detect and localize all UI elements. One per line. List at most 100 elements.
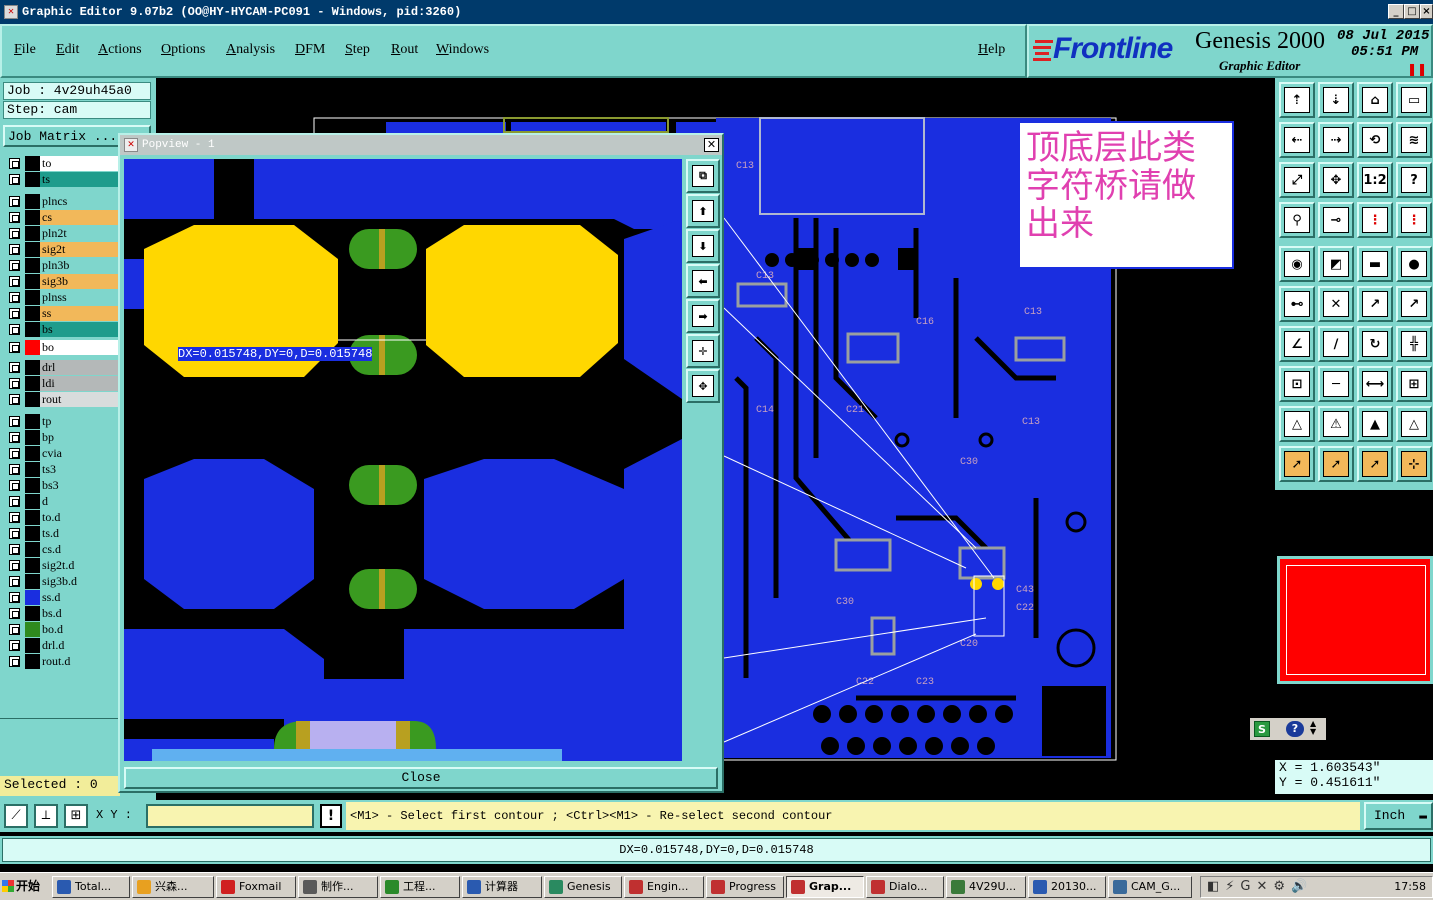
tool-button-3-0[interactable]: ⚲ xyxy=(1279,202,1315,238)
taskbar-item[interactable]: 制作... xyxy=(298,876,378,898)
layer-row-plncs[interactable]: plncs xyxy=(5,194,118,209)
layer-row-ss-d[interactable]: ss.d xyxy=(5,590,118,605)
layer-name[interactable]: drl.d xyxy=(40,638,118,653)
tool-button-8-0[interactable]: △ xyxy=(1279,406,1315,442)
layer-row-ts3[interactable]: ts3 xyxy=(5,462,118,477)
s-icon[interactable]: S xyxy=(1254,721,1270,737)
popview-zoom-out-button[interactable]: ✥ xyxy=(686,369,720,403)
layer-checkbox[interactable] xyxy=(9,432,20,443)
menu-file[interactable]: File xyxy=(14,42,36,58)
close-window-button[interactable]: × xyxy=(1420,4,1433,19)
layer-checkbox[interactable] xyxy=(9,656,20,667)
layer-checkbox[interactable] xyxy=(9,576,20,587)
tool-button-9-2[interactable]: ➚ xyxy=(1357,446,1393,482)
popview-canvas[interactable]: DX=0.015748,DY=0,D=0.015748 xyxy=(124,159,682,761)
layer-checkbox[interactable] xyxy=(9,244,20,255)
layer-name[interactable]: cvia xyxy=(40,446,118,461)
tool-button-6-3[interactable]: ╬ xyxy=(1396,326,1432,362)
layer-checkbox[interactable] xyxy=(9,158,20,169)
tool-button-6-0[interactable]: ∠ xyxy=(1279,326,1315,362)
tool-button-7-3[interactable]: ⊞ xyxy=(1396,366,1432,402)
layer-row-bs[interactable]: bs xyxy=(5,322,118,337)
layer-row-bs3[interactable]: bs3 xyxy=(5,478,118,493)
layer-row-ldi[interactable]: ldi xyxy=(5,376,118,391)
popview-pan-down-button[interactable]: ⬇ xyxy=(686,229,720,263)
layer-checkbox[interactable] xyxy=(9,592,20,603)
tool-button-1-0[interactable]: ⇠ xyxy=(1279,122,1315,158)
tool-button-4-2[interactable]: ▬ xyxy=(1357,246,1393,282)
tool-button-0-0[interactable]: ⇡ xyxy=(1279,82,1315,118)
layer-row-bs-d[interactable]: bs.d xyxy=(5,606,118,621)
tool-button-5-3[interactable]: ↗ xyxy=(1396,286,1432,322)
layer-row-sig2t[interactable]: sig2t xyxy=(5,242,118,257)
tool-button-0-2[interactable]: ⌂ xyxy=(1357,82,1393,118)
alert-icon[interactable]: ! xyxy=(320,804,342,828)
layer-checkbox[interactable] xyxy=(9,196,20,207)
layer-checkbox[interactable] xyxy=(9,342,20,353)
taskbar-item[interactable]: 20130... xyxy=(1028,876,1106,898)
layer-row-sig2t-d[interactable]: sig2t.d xyxy=(5,558,118,573)
taskbar-item[interactable]: Grap... xyxy=(786,876,864,898)
layer-name[interactable]: to xyxy=(40,156,118,171)
layer-row-pln3b[interactable]: pln3b xyxy=(5,258,118,273)
tool-button-9-3[interactable]: ⊹ xyxy=(1396,446,1432,482)
taskbar-item[interactable]: CAM_G... xyxy=(1108,876,1192,898)
layer-name[interactable]: sig3b.d xyxy=(40,574,118,589)
taskbar-item[interactable]: 4V29U... xyxy=(946,876,1026,898)
layer-row-pln2t[interactable]: pln2t xyxy=(5,226,118,241)
start-button[interactable]: 开始 xyxy=(0,875,44,899)
grid-mode-icon[interactable]: ⊞ xyxy=(64,804,88,828)
tool-button-8-1[interactable]: ⚠ xyxy=(1318,406,1354,442)
layer-name[interactable]: ldi xyxy=(40,376,118,391)
menu-edit[interactable]: Edit xyxy=(56,42,79,58)
layer-row-cs[interactable]: cs xyxy=(5,210,118,225)
layer-name[interactable]: cs.d xyxy=(40,542,118,557)
layer-row-rout[interactable]: rout xyxy=(5,392,118,407)
layer-checkbox[interactable] xyxy=(9,464,20,475)
layer-name[interactable]: ts.d xyxy=(40,526,118,541)
taskbar-item[interactable]: Genesis xyxy=(544,876,622,898)
tool-button-9-1[interactable]: ➚ xyxy=(1318,446,1354,482)
popview-pan-right-button[interactable]: ➡ xyxy=(686,299,720,333)
layer-name[interactable]: sig2t.d xyxy=(40,558,118,573)
layer-row-rout-d[interactable]: rout.d xyxy=(5,654,118,669)
tool-button-9-0[interactable]: ➚ xyxy=(1279,446,1315,482)
layer-checkbox[interactable] xyxy=(9,362,20,373)
layer-checkbox[interactable] xyxy=(9,416,20,427)
tool-button-6-1[interactable]: ∕ xyxy=(1318,326,1354,362)
layer-name[interactable]: bs xyxy=(40,322,118,337)
taskbar-item[interactable]: 工程... xyxy=(380,876,460,898)
layer-row-sig3b-d[interactable]: sig3b.d xyxy=(5,574,118,589)
layer-row-drl-d[interactable]: drl.d xyxy=(5,638,118,653)
layer-checkbox[interactable] xyxy=(9,640,20,651)
layer-name[interactable]: ts xyxy=(40,172,118,187)
layer-name[interactable]: bo xyxy=(40,340,118,355)
popview-close-icon[interactable]: ✕ xyxy=(704,138,719,152)
tool-button-2-0[interactable]: ⤢ xyxy=(1279,162,1315,198)
help-icon[interactable]: ? xyxy=(1286,721,1304,737)
tool-button-5-1[interactable]: ✕ xyxy=(1318,286,1354,322)
tool-button-7-1[interactable]: ─ xyxy=(1318,366,1354,402)
layer-row-to[interactable]: to xyxy=(5,156,118,171)
layer-name[interactable]: d xyxy=(40,494,118,509)
popview-pan-left-button[interactable]: ⬅ xyxy=(686,264,720,298)
taskbar-item[interactable]: Foxmail xyxy=(216,876,296,898)
layer-name[interactable]: to.d xyxy=(40,510,118,525)
tool-button-1-2[interactable]: ⟲ xyxy=(1357,122,1393,158)
layer-checkbox[interactable] xyxy=(9,448,20,459)
layer-name[interactable]: cs xyxy=(40,210,118,225)
layer-name[interactable]: sig3b xyxy=(40,274,118,289)
layer-name[interactable]: plnss xyxy=(40,290,118,305)
layer-name[interactable]: pln3b xyxy=(40,258,118,273)
minimize-button[interactable]: _ xyxy=(1388,4,1404,19)
layer-row-tp[interactable]: tp xyxy=(5,414,118,429)
tool-button-8-2[interactable]: ▲ xyxy=(1357,406,1393,442)
menu-analysis[interactable]: Analysis xyxy=(226,42,275,58)
taskbar-item[interactable]: Total... xyxy=(52,876,130,898)
layer-row-bo-d[interactable]: bo.d xyxy=(5,622,118,637)
tool-button-0-1[interactable]: ⇣ xyxy=(1318,82,1354,118)
tool-button-5-0[interactable]: ⊷ xyxy=(1279,286,1315,322)
layer-checkbox[interactable] xyxy=(9,624,20,635)
taskbar-item[interactable]: Engin... xyxy=(624,876,704,898)
layer-checkbox[interactable] xyxy=(9,212,20,223)
